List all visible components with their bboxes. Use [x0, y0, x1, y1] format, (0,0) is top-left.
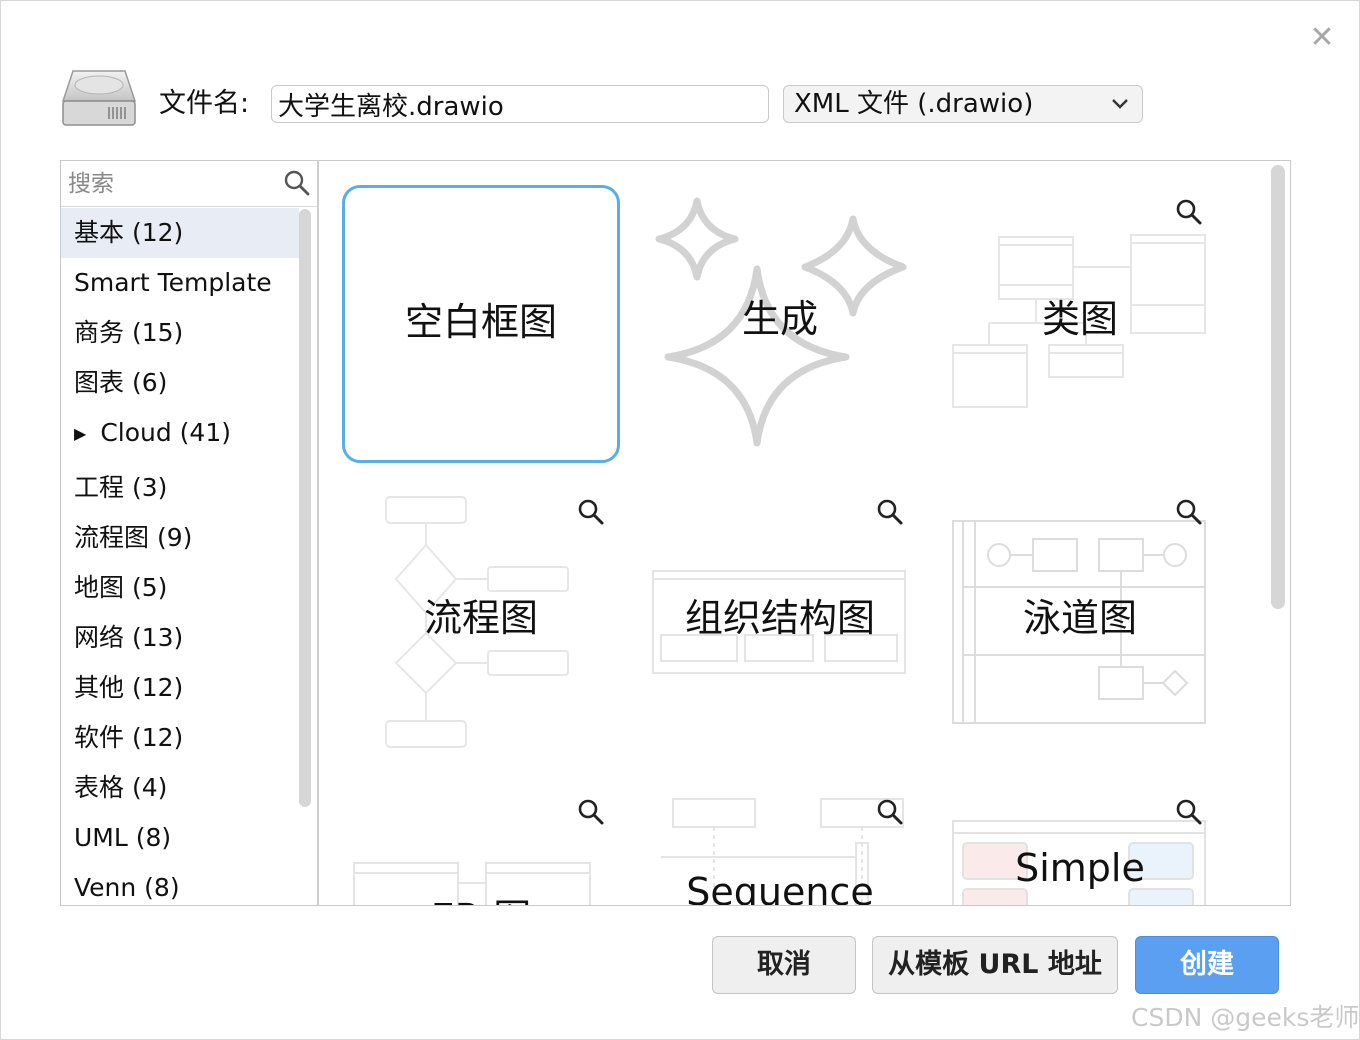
- category-list: 基本 (12) Smart Template 商务 (15) 图表 (6) ▶ C…: [61, 208, 299, 905]
- template-blank[interactable]: 空白框图: [342, 185, 620, 463]
- template-label: 空白框图: [404, 300, 557, 344]
- magnifier-icon[interactable]: [576, 797, 606, 827]
- template-label: Simple: [1015, 846, 1145, 890]
- template-generate[interactable]: 生成: [641, 185, 919, 463]
- create-button[interactable]: 创建: [1135, 936, 1279, 994]
- magnifier-icon[interactable]: [875, 497, 905, 527]
- magnifier-icon[interactable]: [1174, 497, 1204, 527]
- template-simple[interactable]: Simple: [941, 783, 1219, 905]
- category-item-software[interactable]: 软件 (12): [61, 713, 299, 763]
- template-label: 组织结构图: [684, 596, 875, 640]
- new-diagram-dialog: ✕ 文件名: XML 文件 (.drawio) 搜索: [0, 0, 1360, 1040]
- magnifier-icon[interactable]: [875, 797, 905, 827]
- magnifier-icon[interactable]: [1174, 797, 1204, 827]
- category-item-business[interactable]: 商务 (15): [61, 308, 299, 358]
- category-item-tables[interactable]: 表格 (4): [61, 763, 299, 813]
- chevron-down-icon: [1112, 99, 1128, 109]
- template-class-diagram[interactable]: 类图: [941, 185, 1219, 463]
- category-item-charts[interactable]: 图表 (6): [61, 358, 299, 408]
- category-item-engineering[interactable]: 工程 (3): [61, 463, 299, 513]
- template-grid: 空白框图 生成 类图 流程图 组织结构图 泳道图 Sequence Simple: [319, 160, 1291, 906]
- category-item-basic[interactable]: 基本 (12): [61, 208, 299, 258]
- category-label: Cloud (41): [100, 418, 231, 447]
- template-er-diagram[interactable]: ER 图: [342, 783, 620, 905]
- template-label: 生成: [741, 297, 818, 341]
- template-label: ER 图: [342, 895, 620, 905]
- template-label: 泳道图: [1022, 596, 1137, 640]
- search-icon[interactable]: [283, 169, 311, 197]
- category-scrollbar[interactable]: [299, 209, 311, 807]
- search-input[interactable]: 搜索: [68, 169, 114, 199]
- filename-input[interactable]: [271, 85, 769, 123]
- magnifier-icon[interactable]: [1174, 197, 1204, 227]
- template-label: Sequence: [686, 870, 874, 906]
- category-item-uml[interactable]: UML (8): [61, 813, 299, 863]
- template-flowchart[interactable]: 流程图: [342, 483, 620, 761]
- expand-triangle-icon[interactable]: ▶: [74, 409, 86, 459]
- category-item-other[interactable]: 其他 (12): [61, 663, 299, 713]
- template-scrollbar[interactable]: [1271, 165, 1285, 609]
- watermark: CSDN @geeks老师: [1131, 1003, 1360, 1032]
- template-swimlane[interactable]: 泳道图: [941, 483, 1219, 761]
- category-item-cloud[interactable]: ▶ Cloud (41): [61, 408, 299, 463]
- template-sequence[interactable]: Sequence: [641, 783, 919, 906]
- cancel-button[interactable]: 取消: [712, 936, 856, 994]
- filetype-select[interactable]: XML 文件 (.drawio): [783, 85, 1143, 123]
- from-template-url-button[interactable]: 从模板 URL 地址: [872, 936, 1118, 994]
- hard-drive-icon: [61, 70, 137, 126]
- category-item-venn[interactable]: Venn (8): [61, 863, 299, 905]
- magnifier-icon[interactable]: [576, 497, 606, 527]
- filename-label: 文件名:: [159, 88, 250, 119]
- close-icon[interactable]: ✕: [1307, 23, 1337, 53]
- category-item-network[interactable]: 网络 (13): [61, 613, 299, 663]
- category-search[interactable]: 搜索: [61, 161, 318, 207]
- category-item-maps[interactable]: 地图 (5): [61, 563, 299, 613]
- category-item-flowchart[interactable]: 流程图 (9): [61, 513, 299, 563]
- category-panel: 搜索 基本 (12) Smart Template 商务 (15) 图表 (6)…: [60, 160, 318, 906]
- filetype-selected-value: XML 文件 (.drawio): [794, 89, 1034, 119]
- template-org-chart[interactable]: 组织结构图: [641, 483, 919, 761]
- category-item-smart-template[interactable]: Smart Template: [61, 258, 299, 308]
- template-label: 类图: [1041, 297, 1118, 341]
- template-label: 流程图: [423, 596, 538, 640]
